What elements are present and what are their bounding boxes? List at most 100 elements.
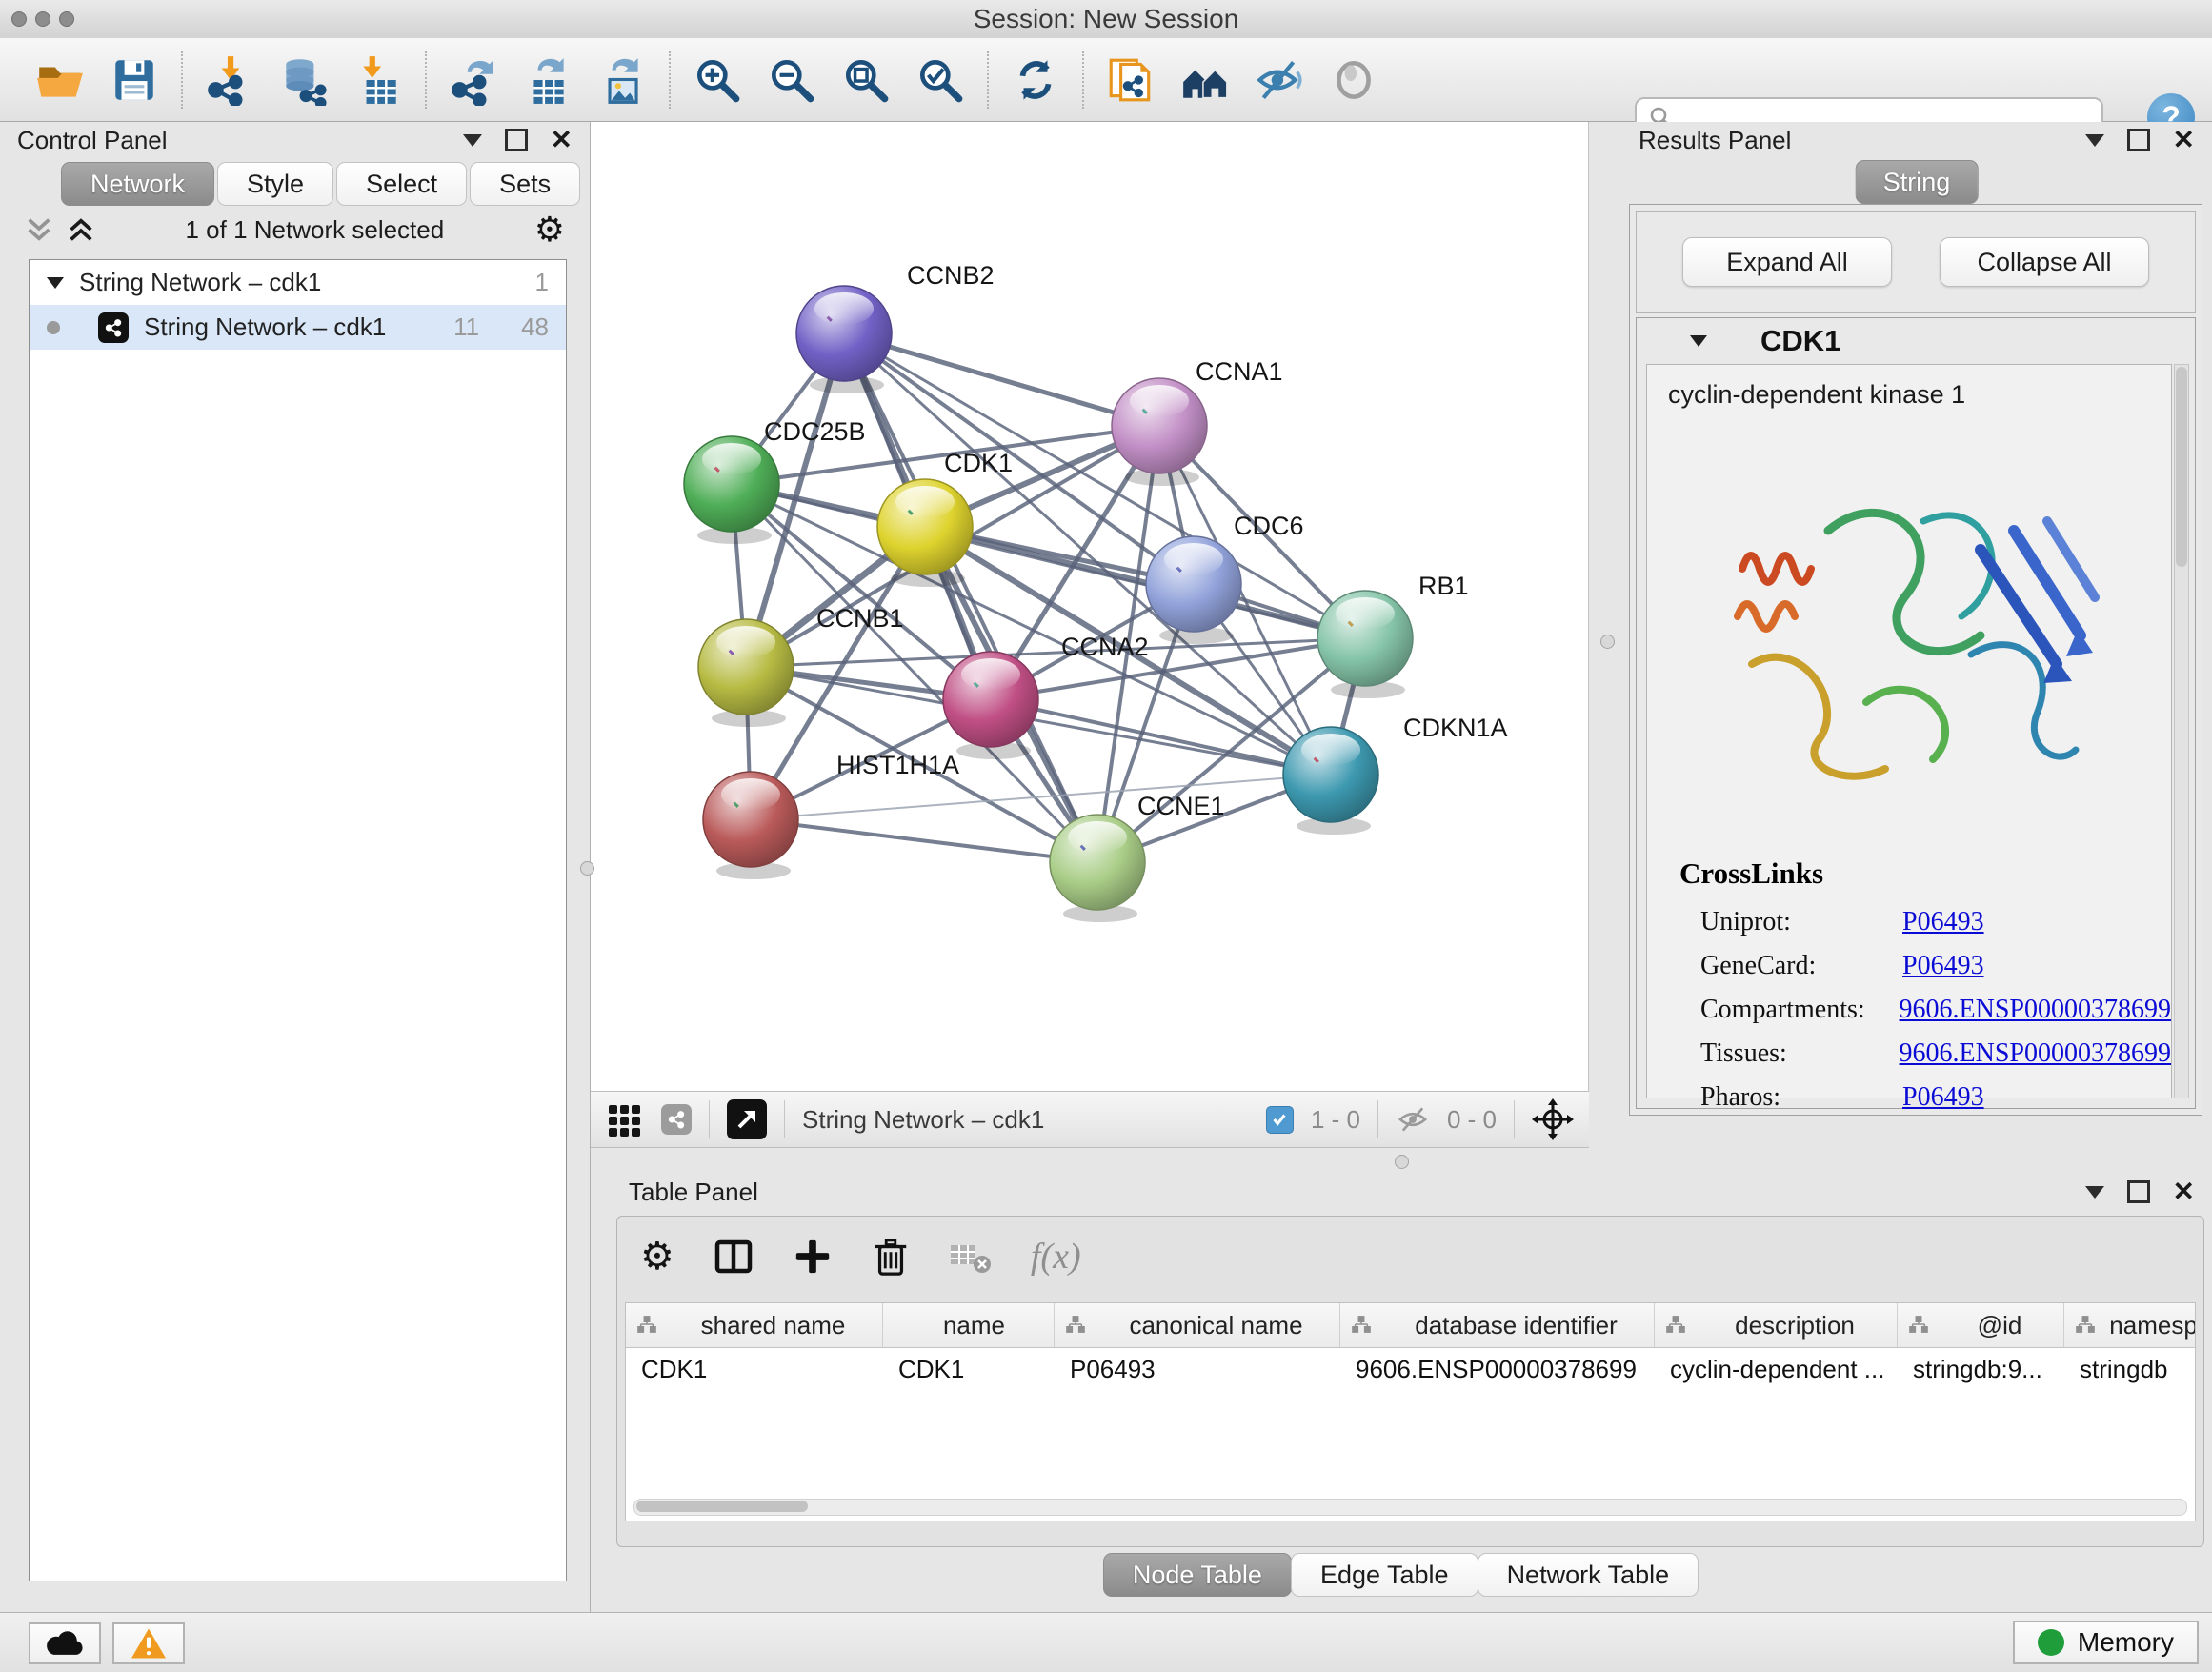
import-database-button[interactable] <box>278 54 330 106</box>
edge[interactable] <box>751 775 1331 819</box>
column-header-@id[interactable]: @id <box>1898 1303 2064 1347</box>
show-columns-icon[interactable] <box>713 1236 754 1278</box>
node-CCNB2[interactable]: CCNB2 <box>796 261 995 393</box>
cloud-status-button[interactable] <box>29 1622 101 1664</box>
expand-all-icon[interactable] <box>67 216 95 243</box>
table-cell[interactable]: cyclin-dependent ... <box>1655 1348 1898 1390</box>
crosslink-value[interactable]: P06493 <box>1902 951 1984 981</box>
table-options-gear-icon[interactable]: ⚙ <box>640 1238 674 1276</box>
column-header-name[interactable]: name <box>883 1303 1055 1347</box>
tab-select[interactable]: Select <box>336 162 467 206</box>
memory-button[interactable]: Memory <box>2013 1621 2199 1664</box>
network-row[interactable]: String Network – cdk1 11 48 <box>30 305 566 350</box>
control-panel-menu-icon[interactable] <box>463 134 482 147</box>
column-header-shared-name[interactable]: shared name <box>626 1303 883 1347</box>
node-CDC6[interactable]: CDC6 <box>1146 512 1304 644</box>
tab-network[interactable]: Network <box>61 162 214 206</box>
fit-selected-crosshair-icon[interactable] <box>1532 1098 1574 1140</box>
save-session-button[interactable] <box>109 54 160 106</box>
table-cell[interactable]: 9606.ENSP00000378699 <box>1340 1348 1655 1390</box>
zoom-fit-button[interactable] <box>840 54 892 106</box>
tab-edge-table[interactable]: Edge Table <box>1291 1553 1478 1597</box>
refresh-button[interactable] <box>1010 54 1061 106</box>
edge[interactable] <box>925 527 1365 638</box>
zoom-out-icon <box>766 54 817 106</box>
tab-style[interactable]: Style <box>217 162 333 206</box>
zoom-in-button[interactable] <box>692 54 743 106</box>
control-panel-close-icon[interactable]: ✕ <box>551 127 573 153</box>
table-horizontal-scrollbar[interactable] <box>633 1499 2187 1516</box>
crosslink-value[interactable]: 9606.ENSP00000378699 <box>1900 995 2171 1025</box>
collection-expand-icon[interactable] <box>47 277 64 289</box>
control-panel-float-icon[interactable] <box>505 129 528 151</box>
network-canvas[interactable]: CCNB2CCNA1CDC25BCDK1CDC6RB1CCNB1CCNA2CDK… <box>591 122 1589 1091</box>
node-RB1[interactable]: RB1 <box>1317 572 1469 698</box>
collapse-all-button[interactable]: Collapse All <box>1940 237 2149 287</box>
bottom-splitter-handle[interactable] <box>1395 1155 1409 1169</box>
add-column-icon[interactable] <box>793 1237 833 1277</box>
export-table-button[interactable] <box>522 54 573 106</box>
gene-collapse-icon[interactable] <box>1690 335 1707 347</box>
results-panel-title: Results Panel <box>1639 126 1791 155</box>
expand-all-button[interactable]: Expand All <box>1682 237 1892 287</box>
grid-view-icon[interactable] <box>606 1100 644 1138</box>
right-splitter-handle[interactable] <box>1600 635 1615 649</box>
table-cell[interactable]: P06493 <box>1055 1348 1340 1390</box>
network-type-badge[interactable] <box>661 1104 692 1135</box>
table-panel-float-icon[interactable] <box>2127 1180 2150 1203</box>
tab-network-table[interactable]: Network Table <box>1478 1553 1699 1597</box>
tab-sets[interactable]: Sets <box>470 162 580 206</box>
table-cell[interactable]: stringdb:9... <box>1898 1348 2064 1390</box>
results-scrollbar[interactable] <box>2174 364 2189 1098</box>
node-HIST1H1A[interactable]: HIST1H1A <box>703 751 959 879</box>
edge[interactable] <box>844 333 1159 426</box>
table-panel-menu-icon[interactable] <box>2085 1186 2104 1199</box>
table-cell[interactable]: stringdb <box>2064 1348 2196 1390</box>
import-table-button[interactable] <box>352 54 404 106</box>
network-canvas-svg[interactable]: CCNB2CCNA1CDC25BCDK1CDC6RB1CCNB1CCNA2CDK… <box>591 122 1589 1091</box>
collapse-all-icon[interactable] <box>25 216 53 243</box>
function-builder-button[interactable]: f(x) <box>1031 1236 1081 1278</box>
tab-node-table[interactable]: Node Table <box>1103 1553 1292 1597</box>
crosslink-value[interactable]: P06493 <box>1902 1082 1984 1113</box>
zoom-out-button[interactable] <box>766 54 817 106</box>
birdseye-view-toggle[interactable] <box>727 1099 767 1139</box>
column-header-description[interactable]: description <box>1655 1303 1898 1347</box>
table-body: CDK1CDK1P064939606.ENSP00000378699cyclin… <box>626 1348 2195 1390</box>
open-session-button[interactable] <box>34 54 86 106</box>
network-options-gear-icon[interactable]: ⚙ <box>534 212 565 247</box>
zoom-selected-button[interactable] <box>915 54 966 106</box>
results-panel-float-icon[interactable] <box>2127 129 2150 151</box>
column-header-database-identifier[interactable]: database identifier <box>1340 1303 1655 1347</box>
node-CDC25B[interactable]: CDC25B <box>684 417 866 544</box>
export-network-button[interactable] <box>448 54 499 106</box>
delete-column-icon[interactable] <box>871 1236 911 1278</box>
table-panel-close-icon[interactable]: ✕ <box>2173 1178 2195 1205</box>
table-cell[interactable]: CDK1 <box>883 1348 1055 1390</box>
crosslink-value[interactable]: P06493 <box>1902 907 1984 937</box>
node-CDKN1A[interactable]: CDKN1A <box>1283 714 1508 835</box>
selected-indicator-checkbox[interactable] <box>1266 1106 1294 1134</box>
string-document-button[interactable] <box>1105 54 1156 106</box>
network-collection-row[interactable]: String Network – cdk1 1 <box>30 260 566 305</box>
node-CCNE1[interactable]: CCNE1 <box>1050 792 1225 922</box>
hide-panel-button[interactable] <box>1254 54 1305 106</box>
results-panel-close-icon[interactable]: ✕ <box>2173 127 2195 153</box>
column-header-canonical-name[interactable]: canonical name <box>1055 1303 1340 1347</box>
left-splitter-handle[interactable] <box>580 861 594 876</box>
results-panel-menu-icon[interactable] <box>2085 134 2104 147</box>
table-row[interactable]: CDK1CDK1P064939606.ENSP00000378699cyclin… <box>626 1348 2195 1390</box>
scrollbar-thumb[interactable] <box>636 1501 808 1512</box>
warning-status-button[interactable] <box>112 1622 185 1664</box>
network-edges[interactable] <box>732 333 1365 862</box>
edge[interactable] <box>751 819 1097 862</box>
export-image-button[interactable] <box>596 54 648 106</box>
import-network-button[interactable] <box>204 54 255 106</box>
show-panel-button[interactable] <box>1328 54 1379 106</box>
table-cell[interactable]: CDK1 <box>626 1348 883 1390</box>
crosslink-value[interactable]: 9606.ENSP00000378699 <box>1900 1038 2171 1069</box>
gene-section-header[interactable]: CDK1 <box>1637 318 2195 364</box>
home-networks-button[interactable] <box>1179 54 1231 106</box>
column-header-namespace[interactable]: namespace <box>2064 1303 2196 1347</box>
tab-string[interactable]: String <box>1856 160 1979 204</box>
